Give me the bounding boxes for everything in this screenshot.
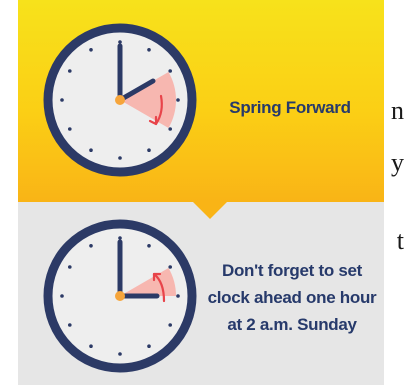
cut-off-text-letter: y [391, 148, 404, 177]
clock-center-dot [115, 291, 125, 301]
clock-center-dot [115, 95, 125, 105]
cut-off-text-letter: n [391, 96, 404, 125]
spring-forward-title: Spring Forward [229, 98, 351, 117]
reminder-line-1: Don't forget to set [222, 261, 362, 280]
reminder-line-2: clock ahead one hour [207, 288, 377, 307]
reminder-line-3: at 2 a.m. Sunday [227, 315, 357, 334]
cut-off-text-letter: t [396, 226, 404, 255]
page: n y t Spring Forward Don't forget to set… [0, 0, 404, 385]
clock-top-icon [43, 23, 197, 177]
clock-bottom-icon [43, 219, 197, 373]
reminder-text: Don't forget to set clock ahead one hour… [206, 257, 378, 338]
